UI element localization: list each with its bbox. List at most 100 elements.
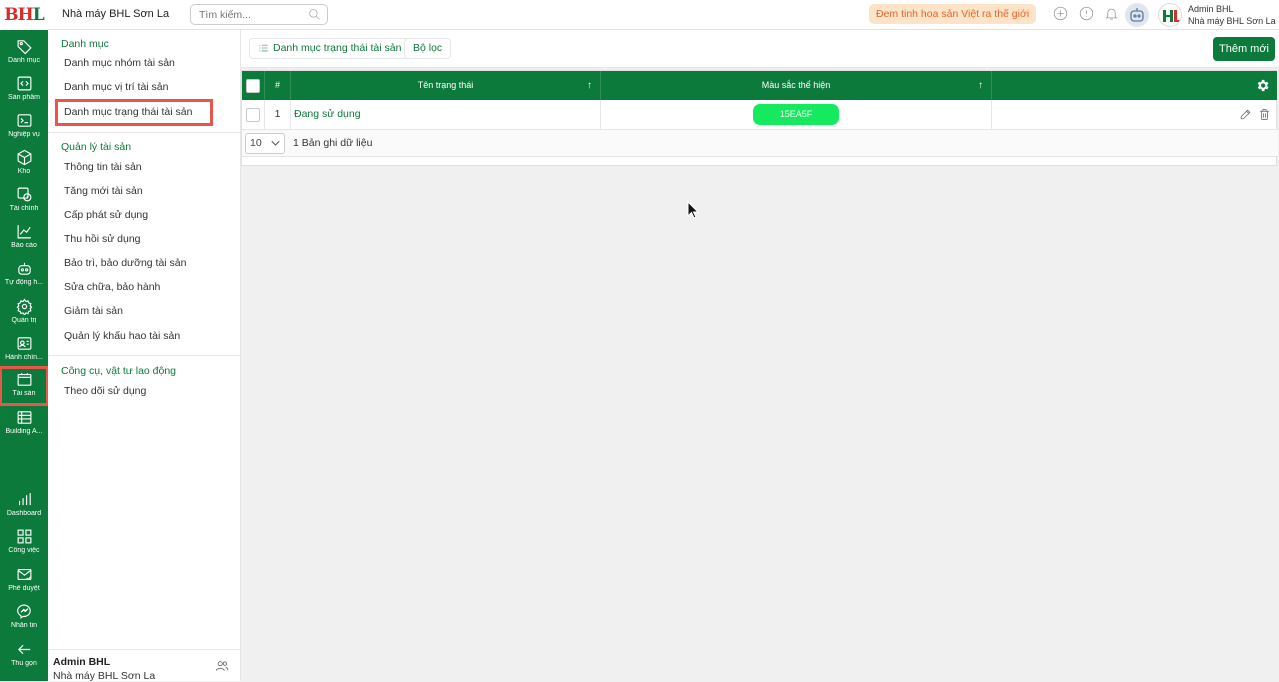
edit-icon[interactable] xyxy=(1239,108,1252,121)
filter-button[interactable]: Bộ lọc xyxy=(404,38,452,59)
rail-item-label: Công việc xyxy=(8,547,40,554)
column-header-index: # xyxy=(265,71,291,100)
building-icon xyxy=(17,411,31,424)
messenger-icon xyxy=(16,604,31,619)
column-header-color[interactable]: Màu sắc thể hiện ↑ xyxy=(601,71,992,100)
section-title-quan-ly-tai-san: Quản lý tài sản xyxy=(61,141,132,153)
sidebar-item-bao-tri[interactable]: Bảo trì, bảo dưỡng tài sản xyxy=(64,257,187,269)
select-all-checkbox[interactable] xyxy=(246,79,260,93)
cube-icon xyxy=(17,149,31,166)
column-header-name[interactable]: Tên trạng thái ↑ xyxy=(291,71,601,100)
rail-item-bao-cao[interactable]: Báo cáo xyxy=(0,219,48,256)
rail-item-quan-tri[interactable]: Quản trị xyxy=(0,294,48,331)
add-circle-icon[interactable] xyxy=(1053,6,1068,21)
user-info[interactable]: Admin BHL Nhà máy BHL Sơn La xyxy=(1188,3,1276,27)
row-checkbox[interactable] xyxy=(246,108,260,122)
trash-icon[interactable] xyxy=(1258,108,1271,121)
sidebar-item-nhom-tai-san[interactable]: Danh mục nhóm tài sản xyxy=(64,57,175,69)
sidebar-item-thu-hoi-su-dung[interactable]: Thu hồi sử dụng xyxy=(64,233,141,245)
pagination-bar: 10 1 Bản ghi dữ liệu xyxy=(242,130,1278,157)
row-name-cell: Đang sử dụng xyxy=(291,100,601,130)
rail-item-label: Tài chính xyxy=(9,205,39,212)
rail-item-label: Dashboard xyxy=(6,510,42,517)
rail-item-label: Sản phẩm xyxy=(8,94,40,101)
rail-item-label: Báo cáo xyxy=(11,242,37,249)
sidebar-item-trang-thai-tai-san[interactable]: Danh mục trạng thái tài sản xyxy=(55,99,213,126)
mail-check-icon xyxy=(17,568,31,581)
info-circle-icon[interactable] xyxy=(1079,6,1094,21)
finance-icon xyxy=(17,187,31,202)
user-name: Admin BHL xyxy=(1188,4,1234,14)
sidebar-item-vi-tri-tai-san[interactable]: Danh mục vị trí tài sản xyxy=(64,81,168,93)
column-header-actions xyxy=(992,71,1277,100)
select-all-header xyxy=(242,71,265,100)
rail-item-label: Nghiệp vụ xyxy=(8,131,40,138)
rail-item-building[interactable]: Building A... xyxy=(0,405,48,442)
grid-icon xyxy=(17,529,31,544)
rail-item-phe-duyet[interactable]: Phê duyệt xyxy=(0,562,48,599)
avatar[interactable] xyxy=(1158,3,1182,27)
rail-item-label: Quản trị xyxy=(11,317,37,324)
add-new-button[interactable]: Thêm mới xyxy=(1213,37,1275,61)
rail-item-tai-san[interactable]: Tài sản xyxy=(0,366,49,406)
tag-icon xyxy=(17,40,32,55)
search-input[interactable] xyxy=(191,5,299,24)
robot-icon xyxy=(17,262,31,275)
sort-arrow-icon[interactable]: ↑ xyxy=(978,71,983,100)
gear-icon[interactable] xyxy=(1255,78,1270,93)
rail-item-label: Tự động h... xyxy=(4,279,44,286)
company-name: Nhà máy BHL Sơn La xyxy=(62,8,170,20)
asset-icon xyxy=(17,373,31,386)
rail-item-label: Tài sản xyxy=(12,390,36,397)
section-divider xyxy=(48,132,240,133)
rail-item-thu-gon[interactable]: Thu gọn xyxy=(0,637,48,674)
sidebar-item-thong-tin-tai-san[interactable]: Thông tin tài sản xyxy=(64,161,142,173)
rail-item-label: Thu gọn xyxy=(11,660,37,667)
row-select-cell xyxy=(242,100,265,130)
sort-arrow-icon[interactable]: ↑ xyxy=(587,71,592,100)
top-bar: Nhà máy BHL Sơn La Đem tinh hoa sản Việt… xyxy=(48,0,1279,30)
rail-item-nghiep-vu[interactable]: Nghiệp vụ xyxy=(0,108,48,145)
status-name-link[interactable]: Đang sử dụng xyxy=(294,108,361,120)
rail-item-nhan-tin[interactable]: Nhắn tin xyxy=(0,599,48,636)
rail-item-san-pham[interactable]: Sản phẩm xyxy=(0,71,48,108)
rail-item-tu-dong-hoa[interactable]: Tự động h... xyxy=(0,256,48,293)
sidebar-item-theo-doi-su-dung[interactable]: Theo dõi sử dụng xyxy=(64,385,146,397)
rail-item-dashboard[interactable]: Dashboard xyxy=(0,487,48,524)
id-card-icon xyxy=(17,337,31,350)
rail-item-cong-viec[interactable]: Công việc xyxy=(0,524,48,561)
search-icon[interactable] xyxy=(308,8,321,21)
search-box[interactable] xyxy=(190,4,328,25)
sidebar-item-sua-chua[interactable]: Sửa chữa, bảo hành xyxy=(64,281,160,293)
code-box-icon xyxy=(17,76,31,91)
rail-item-label: Hành chín... xyxy=(5,354,43,361)
record-count: 1 Bản ghi dữ liệu xyxy=(293,137,373,149)
section-title-cong-cu: Công cụ, vật tư lao động xyxy=(61,365,177,377)
sidebar-item-khau-hao[interactable]: Quản lý khấu hao tài sản xyxy=(64,330,180,342)
row-index: 1 xyxy=(265,100,291,130)
sidebar-item-giam-tai-san[interactable]: Giảm tài sản xyxy=(64,305,123,317)
sidebar-item-tang-moi-tai-san[interactable]: Tăng mới tài sản xyxy=(64,185,143,197)
rail-item-danh-muc[interactable]: Danh mục xyxy=(0,34,48,71)
rail-item-tai-chinh[interactable]: Tài chính xyxy=(0,182,48,219)
rail-item-label: Kho xyxy=(17,168,31,175)
brand-logo[interactable]: BHL xyxy=(0,0,48,30)
rail-item-label: Nhắn tin xyxy=(10,622,38,629)
section-divider xyxy=(48,355,240,356)
tab-danh-muc-trang-thai[interactable]: Danh mục trạng thái tài sản xyxy=(249,38,411,59)
users-icon[interactable] xyxy=(214,659,230,673)
arrow-left-icon xyxy=(17,644,30,655)
rail-item-hanh-chinh[interactable]: Hành chín... xyxy=(0,331,48,368)
color-swatch: 15EA5F xyxy=(753,104,839,125)
rail-item-label: Building A... xyxy=(5,428,43,435)
slogan-badge: Đem tinh hoa sản Việt ra thế giới xyxy=(869,4,1037,24)
row-actions-cell xyxy=(992,100,1277,130)
sidebar-item-cap-phat-su-dung[interactable]: Cấp phát sử dụng xyxy=(64,209,148,221)
rail-item-kho[interactable]: Kho xyxy=(0,145,48,182)
logo-text: BHL xyxy=(4,5,44,25)
page-size-select[interactable]: 10 xyxy=(245,133,285,154)
bell-icon[interactable] xyxy=(1104,6,1119,21)
assistant-bot-icon[interactable] xyxy=(1125,3,1149,27)
row-color-cell: 15EA5F xyxy=(601,100,992,130)
line-chart-icon xyxy=(17,225,31,239)
